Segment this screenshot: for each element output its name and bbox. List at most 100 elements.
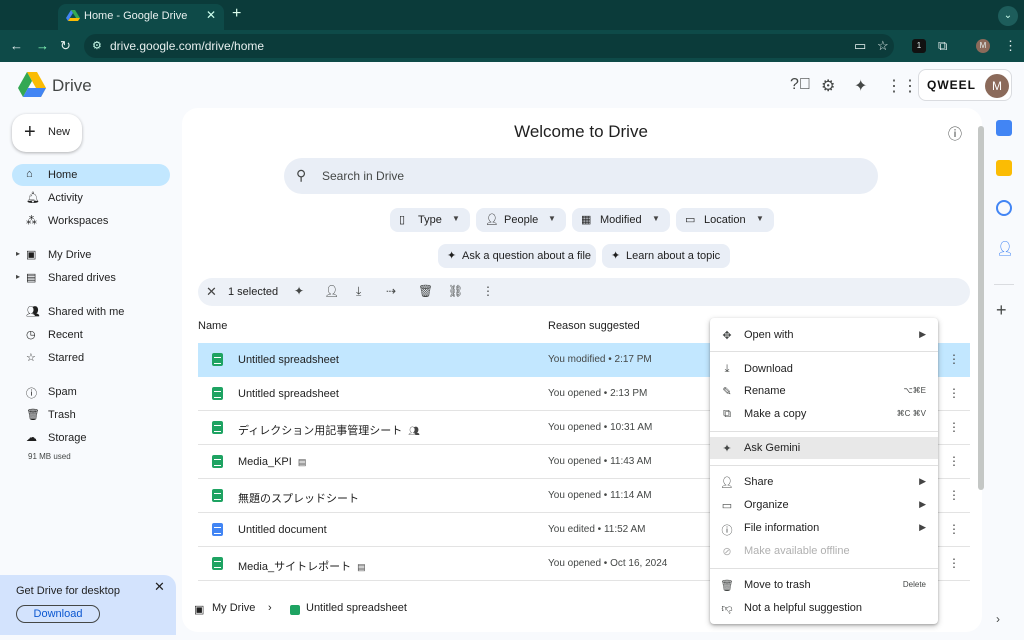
trash-icon[interactable]: 🗑︎ [418,284,433,298]
menu-item-download[interactable]: ⤓ Download [710,358,938,380]
download-desktop-button[interactable]: Download [16,605,100,623]
home-icon: ⌂ [26,168,33,180]
calendar-icon: ▦ [581,214,592,226]
menu-item-rename[interactable]: ✎ Rename ⌥⌘E [710,380,938,402]
sidebar-item-workspaces[interactable]: ⁂ Workspaces [12,210,170,232]
sidebar-item-storage[interactable]: ☁︎ Storage [12,427,170,449]
gemini-sparkle-icon[interactable]: ✦ [294,284,304,298]
page-title: Welcome to Drive [514,122,648,141]
tab-close-icon[interactable]: ✕ [206,8,216,22]
menu-item-organize[interactable]: ▭ Organize ▶ [710,494,938,516]
menu-item-open-with[interactable]: ✥ Open with ▶ [710,324,938,346]
more-actions-icon[interactable]: ⋮ [482,284,494,298]
more-actions-icon[interactable]: ⋮ [948,454,960,468]
chevron-down-icon: ▼ [652,214,660,223]
account-brand: QWEEL [927,78,976,92]
gemini-sparkle-icon[interactable]: ✦ [854,76,867,96]
info-icon[interactable]: ⓘ [948,124,962,144]
menu-divider [710,351,938,352]
calendar-app-icon[interactable] [996,120,1012,136]
bookmark-star-icon[interactable]: ☆ [877,38,889,54]
sheets-icon [212,421,223,434]
site-icon: ▤ [357,562,366,572]
search-placeholder: Search in Drive [322,169,405,183]
forward-icon[interactable]: → [36,38,49,53]
sidebar-item-trash[interactable]: 🗑︎ Trash [12,404,170,426]
sidebar-item-my-drive[interactable]: ▸ ▣ My Drive [12,244,170,266]
cloud-icon: ☁︎ [26,432,37,444]
more-actions-icon[interactable]: ⋮ [948,488,960,502]
sidebar-item-starred[interactable]: ☆ Starred [12,347,170,369]
filter-label: Modified [600,214,642,226]
browser-menu-icon[interactable]: ⋮ [1004,38,1017,54]
profile-avatar-icon[interactable]: M [976,39,990,53]
more-actions-icon[interactable]: ⋮ [948,386,960,400]
expand-arrow-icon[interactable]: ▸ [16,272,20,281]
submenu-arrow-icon: ▶ [919,499,926,509]
browser-tab-active[interactable]: Home - Google Drive ✕ [58,4,224,30]
close-icon[interactable]: ✕ [154,579,165,595]
filter-modified[interactable]: ▦ Modified ▼ [572,208,670,232]
menu-item-file-information[interactable]: ⓘ File information ▶ [710,517,938,539]
apps-grid-icon[interactable]: ⋮⋮ [886,76,918,96]
clear-selection-icon[interactable]: ✕ [206,284,217,300]
storage-used-text: 91 MB used [28,452,71,461]
sidebar-item-spam[interactable]: ⓘ Spam [12,381,170,403]
breadcrumb-root[interactable]: My Drive [212,602,255,614]
more-actions-icon[interactable]: ⋮ [948,522,960,536]
sidebar-item-recent[interactable]: ◷ Recent [12,324,170,346]
site-settings-icon[interactable]: ⚙ [92,39,102,52]
extension-icon[interactable]: 1 [912,39,926,53]
avatar[interactable]: M [985,74,1009,98]
open-with-icon: ✥ [722,330,732,342]
new-tab-icon[interactable]: + [232,5,241,23]
scrollbar[interactable] [978,126,984,490]
filter-type[interactable]: ▯ Type ▼ [390,208,470,232]
info-icon: ⓘ [721,525,733,537]
more-actions-icon[interactable]: ⋮ [948,420,960,434]
menu-item-ask-gemini[interactable]: ✦ Ask Gemini [710,437,938,459]
search-input[interactable]: ⚲ Search in Drive [284,158,878,194]
more-actions-icon[interactable]: ⋮ [948,352,960,366]
column-header-name[interactable]: Name [198,320,227,332]
sidebar-item-home[interactable]: ⌂ Home [12,164,170,186]
suggestion-ask-file[interactable]: ✦ Ask a question about a file [438,244,596,268]
settings-gear-icon[interactable]: ⚙ [821,76,835,96]
sheets-icon [212,489,223,502]
menu-item-not-helpful[interactable]: 👎︎ Not a helpful suggestion [710,597,938,619]
cast-icon[interactable]: ▭ [854,38,866,54]
sidebar-item-activity[interactable]: 🔔︎ Activity [12,187,170,209]
contacts-app-icon[interactable]: 👤︎ [996,240,1014,256]
tasks-app-icon[interactable] [996,200,1012,216]
back-icon[interactable]: ← [10,38,23,53]
rail-divider [994,284,1014,285]
keep-app-icon[interactable] [996,160,1012,176]
account-switcher[interactable]: QWEEL M [918,69,1012,101]
menu-item-share[interactable]: 👤︎ Share ▶ [710,471,938,493]
puzzle-icon[interactable]: ⧉ [938,38,947,54]
drive-brand: Drive [52,76,92,95]
menu-item-move-to-trash[interactable]: 🗑︎ Move to trash Delete [710,574,938,596]
download-icon[interactable]: ⤓ [356,284,361,299]
share-person-icon[interactable]: 👤︎ [324,284,339,298]
help-icon[interactable]: ?⃝ [790,76,811,94]
sidebar-item-shared-with-me[interactable]: 👥︎ Shared with me [12,301,170,323]
link-icon[interactable]: ⛓︎ [448,284,463,298]
sidebar-item-shared-drives[interactable]: ▸ ▤ Shared drives [12,267,170,289]
filter-people[interactable]: 👤︎ People ▼ [476,208,566,232]
chevron-right-icon[interactable]: › [996,612,1012,628]
more-actions-icon[interactable]: ⋮ [948,556,960,570]
add-app-icon[interactable]: + [996,300,1012,320]
filter-location[interactable]: ▭ Location ▼ [676,208,774,232]
expand-arrow-icon[interactable]: ▸ [16,249,20,258]
reload-icon[interactable]: ↻ [60,38,71,54]
workspaces-icon: ⁂ [26,215,37,227]
breadcrumb-file[interactable]: Untitled spreadsheet [306,602,407,614]
menu-item-make-copy[interactable]: ⧉ Make a copy ⌘C ⌘V [710,403,938,425]
menu-item-label: Make a copy [744,408,807,420]
tab-search-icon[interactable]: ⌄ [998,6,1018,26]
url-text[interactable]: drive.google.com/drive/home [110,39,264,53]
move-icon[interactable]: ⇢ [386,284,396,298]
suggestion-learn-topic[interactable]: ✦ Learn about a topic [602,244,730,268]
new-button[interactable]: + New [12,114,82,152]
